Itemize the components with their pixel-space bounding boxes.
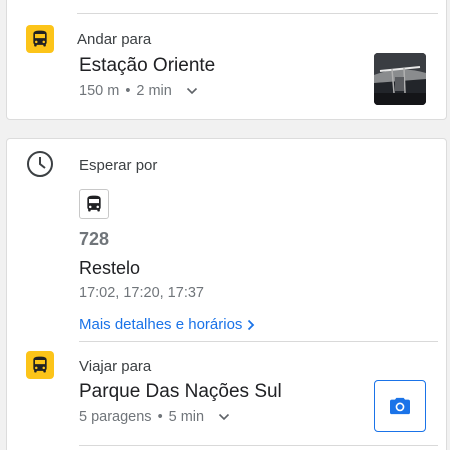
walk-summary[interactable]: 150 m • 2 min [79,83,198,99]
camera-button[interactable] [374,380,426,432]
separator-dot: • [125,83,131,99]
separator-dot: • [157,409,163,425]
chevron-down-icon[interactable] [186,85,198,97]
ride-duration: 5 min [168,409,205,425]
wait-action-label: Esperar por [79,157,158,174]
walk-action-label: Andar para [77,31,152,48]
departure-times: 17:02, 17:20, 17:37 [79,285,204,301]
route-bus-icon [79,189,109,219]
bus-icon [87,195,101,212]
divider [77,13,438,14]
station-thumbnail[interactable] [374,53,426,105]
walk-step-card[interactable]: Andar para Estação Oriente 150 m • 2 min [6,0,447,120]
ride-destination: Parque Das Nações Sul [79,381,282,402]
walk-duration: 2 min [136,83,172,99]
stop-count: 5 paragens [79,409,152,425]
more-details-link[interactable]: Mais detalhes e horários [79,316,256,333]
clock-icon [27,151,53,177]
bus-icon [26,25,54,53]
divider [79,445,438,446]
transit-step-card: Esperar por 728 Restelo 17:02, 17:20, 17… [6,138,447,450]
ride-action-label: Viajar para [79,358,152,375]
camera-icon [390,397,410,415]
route-destination: Restelo [79,258,141,278]
ride-summary[interactable]: 5 paragens • 5 min [79,409,230,425]
walk-distance: 150 m [79,83,120,99]
bus-icon [26,351,54,379]
chevron-down-icon[interactable] [218,411,230,423]
more-details-label: Mais detalhes e horários [79,316,243,333]
chevron-right-icon [248,319,255,330]
station-photo-icon [374,53,426,105]
route-number: 728 [79,229,110,249]
walk-destination: Estação Oriente [79,55,216,76]
divider [79,341,438,342]
